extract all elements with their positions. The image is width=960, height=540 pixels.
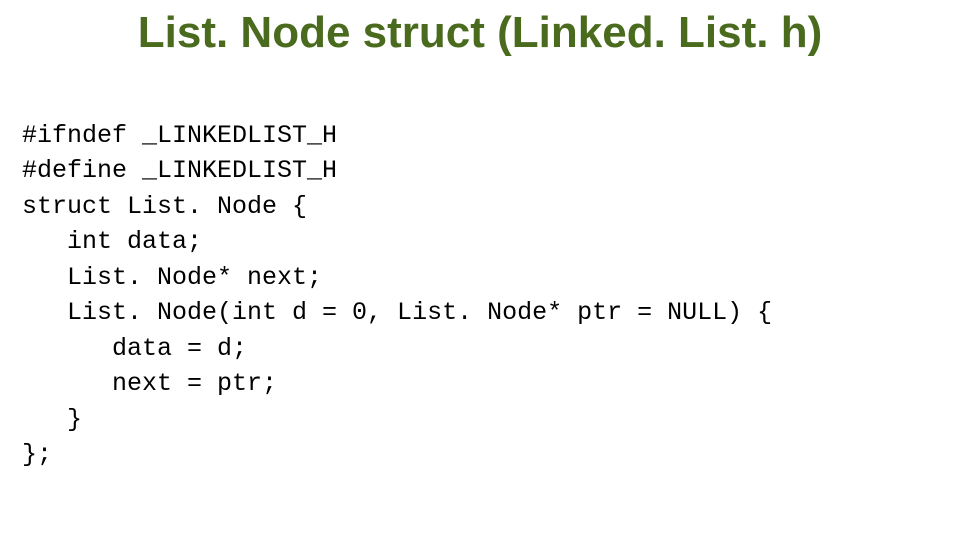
code-block: #ifndef _LINKEDLIST_H #define _LINKEDLIS… xyxy=(22,82,772,473)
code-line: data = d; xyxy=(22,334,247,363)
code-line: }; xyxy=(22,440,52,469)
slide-title: List. Node struct (Linked. List. h) xyxy=(0,8,960,58)
code-line: int data; xyxy=(22,227,202,256)
slide: List. Node struct (Linked. List. h) #ifn… xyxy=(0,0,960,540)
code-line: #define _LINKEDLIST_H xyxy=(22,156,337,185)
code-line: List. Node* next; xyxy=(22,263,322,292)
code-line: struct List. Node { xyxy=(22,192,307,221)
code-line: #ifndef _LINKEDLIST_H xyxy=(22,121,337,150)
code-line: } xyxy=(22,405,82,434)
code-line: List. Node(int d = 0, List. Node* ptr = … xyxy=(22,298,772,327)
code-line: next = ptr; xyxy=(22,369,277,398)
